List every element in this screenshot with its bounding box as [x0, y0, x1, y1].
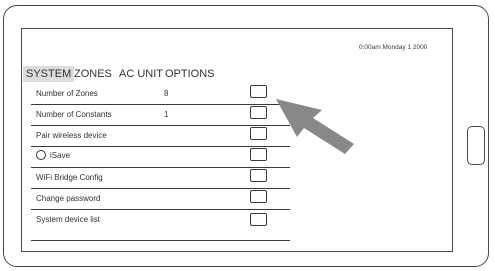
row-checkbox[interactable] — [250, 106, 267, 119]
row-system-device-list[interactable]: System device list — [31, 210, 290, 241]
row-number-of-constants[interactable]: Number of Constants 1 — [31, 105, 290, 126]
row-checkbox[interactable] — [250, 127, 267, 140]
row-checkbox[interactable] — [250, 148, 267, 161]
row-label: iSave — [50, 151, 71, 160]
row-label: Number of Zones — [36, 89, 98, 98]
arrow-pointer-icon — [276, 99, 354, 154]
row-isave[interactable]: iSave — [31, 147, 290, 168]
row-checkbox[interactable] — [250, 85, 267, 98]
row-number-of-zones[interactable]: Number of Zones 8 — [31, 84, 290, 105]
tab-zones[interactable]: ZONES — [74, 66, 112, 82]
row-label: System device list — [36, 215, 101, 224]
row-change-password[interactable]: Change password — [31, 189, 290, 210]
row-pair-wireless-device[interactable]: Pair wireless device — [31, 126, 290, 147]
radio-circle-icon[interactable] — [36, 150, 46, 160]
tab-ac-unit[interactable]: AC UNIT — [119, 66, 163, 82]
row-checkbox[interactable] — [250, 213, 267, 226]
row-value: 8 — [164, 89, 169, 98]
row-checkbox[interactable] — [250, 169, 267, 182]
row-label-wrap: iSave — [36, 150, 70, 160]
datetime-display: 0:00am Monday 1 2000 — [359, 44, 428, 51]
row-label: Change password — [36, 194, 101, 203]
row-label: WiFi Bridge Config — [36, 173, 103, 182]
row-label: Number of Constants — [36, 110, 112, 119]
row-wifi-bridge-config[interactable]: WiFi Bridge Config — [31, 168, 290, 189]
row-label: Pair wireless device — [36, 131, 107, 140]
tab-options[interactable]: OPTIONS — [165, 66, 215, 82]
tab-system[interactable]: SYSTEM — [23, 66, 75, 82]
row-checkbox[interactable] — [250, 190, 267, 203]
row-value: 1 — [164, 110, 169, 119]
home-button[interactable] — [467, 126, 485, 165]
